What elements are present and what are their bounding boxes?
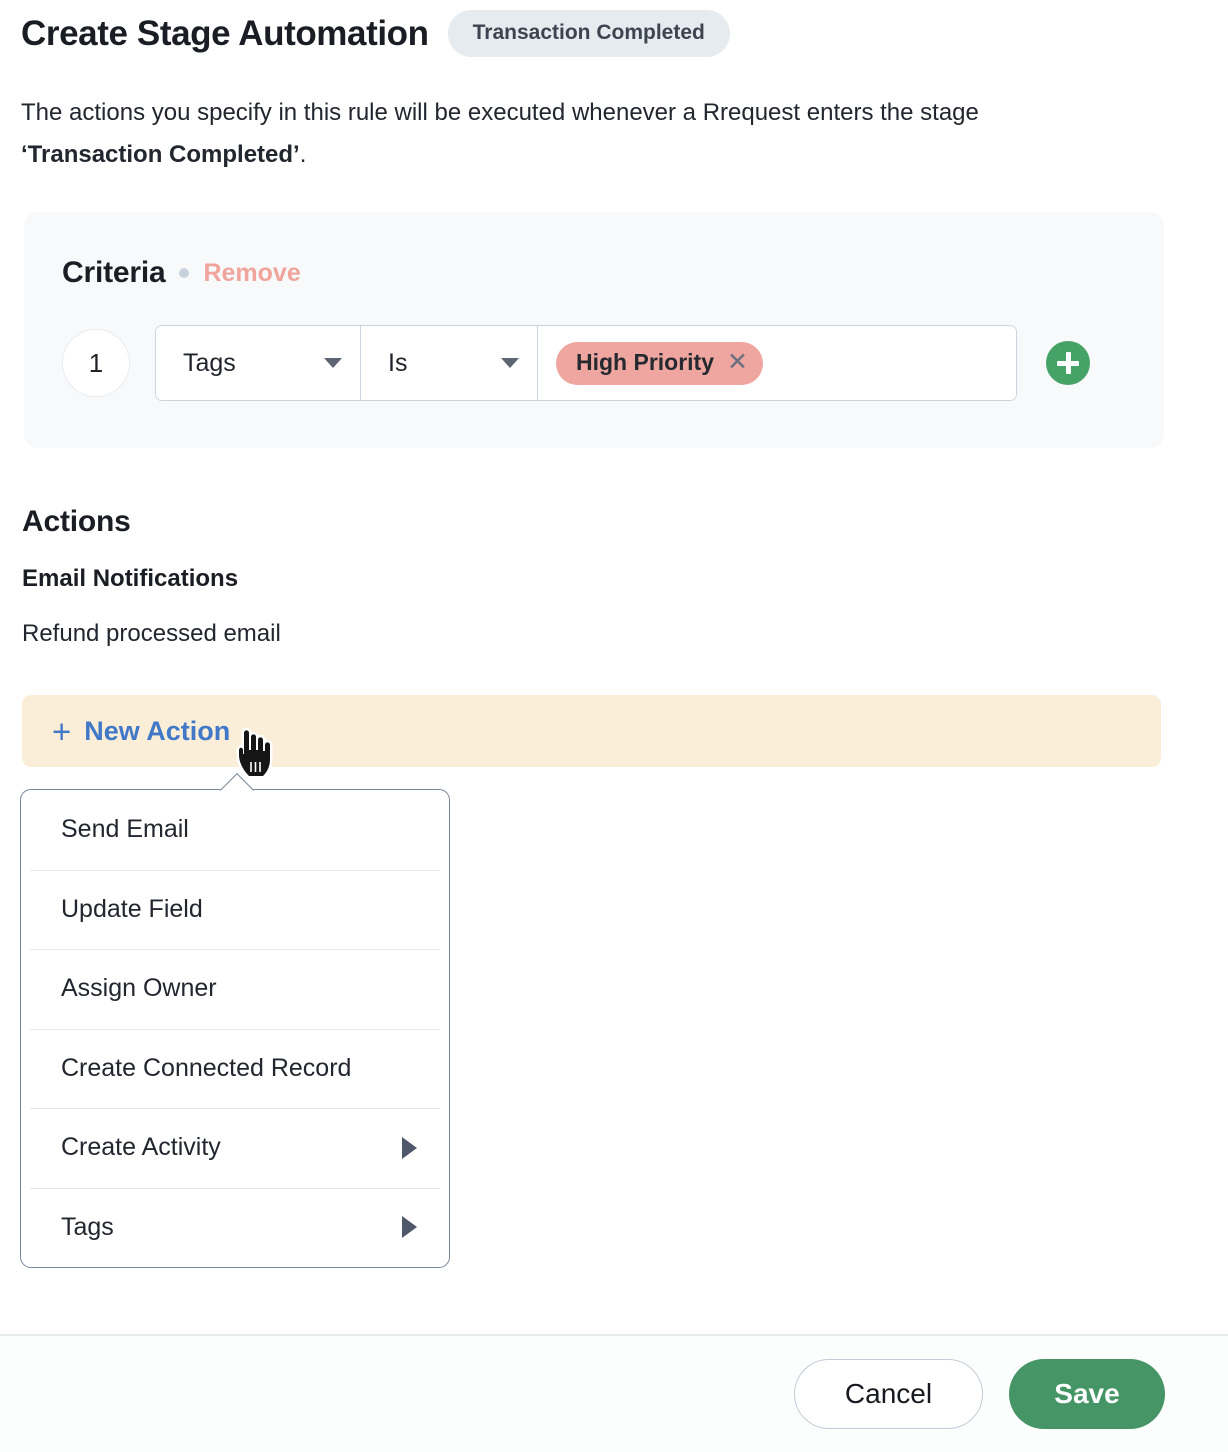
menu-item-update-field[interactable]: Update Field bbox=[21, 869, 449, 950]
menu-item-send-email[interactable]: Send Email bbox=[21, 790, 449, 870]
menu-item-label: Tags bbox=[61, 1212, 114, 1241]
actions-title: Actions bbox=[22, 505, 131, 538]
criteria-field-group: Tags Is High Priority ✕ bbox=[155, 325, 1017, 401]
description-text-part2: . bbox=[299, 141, 307, 168]
email-notifications-subtitle: Email Notifications bbox=[22, 565, 239, 592]
add-criteria-icon[interactable] bbox=[1046, 341, 1090, 385]
create-stage-automation-dialog: Create Stage Automation Transaction Comp… bbox=[0, 0, 1228, 1452]
close-icon[interactable]: ✕ bbox=[727, 349, 748, 375]
criteria-row-index: 1 bbox=[62, 329, 130, 397]
criteria-field-value: Tags bbox=[183, 348, 236, 377]
description-stage-name: ‘Transaction Completed’ bbox=[21, 141, 300, 168]
menu-item-label: Assign Owner bbox=[61, 974, 217, 1003]
chevron-down-icon bbox=[324, 358, 342, 368]
description-text-part1: The actions you specify in this rule wil… bbox=[21, 99, 979, 126]
menu-item-create-activity[interactable]: Create Activity bbox=[21, 1108, 449, 1188]
chevron-right-icon bbox=[402, 1136, 417, 1159]
dialog-header: Create Stage Automation Transaction Comp… bbox=[21, 10, 730, 57]
email-notification-item: Refund processed email bbox=[22, 620, 281, 647]
criteria-operator-value: Is bbox=[388, 348, 408, 377]
tag-chip: High Priority ✕ bbox=[556, 341, 763, 385]
new-action-button[interactable]: + New Action bbox=[22, 695, 1161, 767]
dropdown-pointer-notch bbox=[218, 773, 256, 791]
criteria-value-input[interactable]: High Priority ✕ bbox=[538, 326, 1016, 400]
menu-item-label: Create Connected Record bbox=[61, 1053, 352, 1082]
plus-icon: + bbox=[52, 712, 72, 750]
menu-item-label: Send Email bbox=[61, 815, 189, 844]
criteria-header: Criteria Remove bbox=[62, 256, 301, 290]
bullet-separator-icon bbox=[179, 268, 190, 278]
cancel-button[interactable]: Cancel bbox=[794, 1359, 983, 1429]
chevron-down-icon bbox=[501, 358, 519, 368]
stage-badge: Transaction Completed bbox=[447, 10, 730, 57]
save-button[interactable]: Save bbox=[1009, 1359, 1165, 1429]
criteria-panel: Criteria Remove 1 Tags Is High Priority bbox=[24, 212, 1164, 448]
page-title: Create Stage Automation bbox=[21, 13, 429, 53]
menu-item-tags[interactable]: Tags bbox=[21, 1187, 449, 1268]
criteria-row: 1 Tags Is High Priority ✕ bbox=[62, 325, 1090, 401]
tag-chip-label: High Priority bbox=[576, 348, 715, 375]
dialog-description: The actions you specify in this rule wil… bbox=[21, 92, 1061, 176]
criteria-title: Criteria bbox=[62, 256, 166, 289]
menu-item-create-connected-record[interactable]: Create Connected Record bbox=[21, 1028, 449, 1109]
dialog-footer: Cancel Save bbox=[0, 1336, 1228, 1452]
criteria-field-select[interactable]: Tags bbox=[156, 326, 361, 400]
menu-item-assign-owner[interactable]: Assign Owner bbox=[21, 949, 449, 1029]
menu-item-label: Update Field bbox=[61, 894, 203, 923]
new-action-label: New Action bbox=[84, 715, 231, 746]
remove-criteria-link[interactable]: Remove bbox=[203, 259, 300, 288]
menu-item-label: Create Activity bbox=[61, 1133, 221, 1162]
new-action-dropdown-menu: Send Email Update Field Assign Owner Cre… bbox=[20, 773, 450, 1268]
chevron-right-icon bbox=[402, 1216, 417, 1239]
criteria-operator-select[interactable]: Is bbox=[361, 326, 538, 400]
new-action-label-group: + New Action bbox=[52, 712, 231, 750]
